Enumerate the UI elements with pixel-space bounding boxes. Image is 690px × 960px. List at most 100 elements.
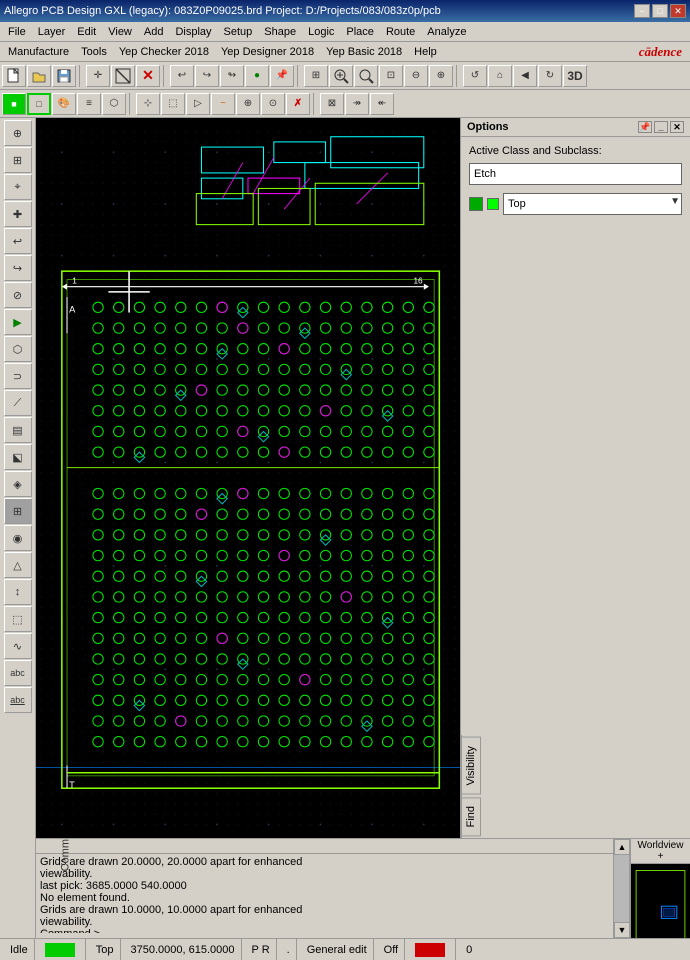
undo-btn[interactable]: ↩ [170, 65, 194, 87]
menu-shape[interactable]: Shape [258, 24, 302, 40]
tool-cancel[interactable]: ⊘ [4, 282, 32, 308]
add-conn-btn[interactable]: ⊕ [236, 93, 260, 115]
comp-btn[interactable]: ⬡ [102, 93, 126, 115]
menu-analyze[interactable]: Analyze [421, 24, 472, 40]
tool-measure[interactable]: ↕ [4, 579, 32, 605]
menu-help[interactable]: Help [408, 44, 443, 60]
tool-arc[interactable]: ⊃ [4, 363, 32, 389]
drc-btn[interactable]: ✗ [286, 93, 310, 115]
menu-logic[interactable]: Logic [302, 24, 340, 40]
cadence-logo: cādence [639, 44, 688, 60]
measure-btn[interactable]: ⬚ [161, 93, 185, 115]
class-dropdown[interactable]: Etch Board Geometry Package Geometry Com… [469, 163, 682, 185]
scroll-track[interactable] [614, 855, 629, 922]
select-btn[interactable]: ▷ [186, 93, 210, 115]
menu-yep-checker[interactable]: Yep Checker 2018 [113, 44, 215, 60]
via-btn[interactable]: ⊙ [261, 93, 285, 115]
tab-find[interactable]: Find [461, 797, 481, 836]
subclass-dropdown-wrapper: Top Bottom Inner1 Inner2 ▼ [503, 193, 682, 215]
maximize-button[interactable]: □ [652, 4, 668, 18]
tool-text1[interactable]: abc [4, 660, 32, 686]
colors-btn[interactable]: 🎨 [52, 93, 76, 115]
tool-origin[interactable]: ⌖ [4, 174, 32, 200]
tool-drill[interactable]: ◉ [4, 525, 32, 551]
highlight-btn[interactable]: ■ [2, 93, 26, 115]
ruler-btn[interactable]: ⊹ [136, 93, 160, 115]
menu-edit[interactable]: Edit [71, 24, 102, 40]
subclass-color-bright-green[interactable] [487, 198, 499, 210]
pcb-canvas[interactable]: /* grid rendered via pattern */ [36, 118, 460, 838]
redo-btn[interactable]: ↪ [195, 65, 219, 87]
minimize-button[interactable]: − [634, 4, 650, 18]
net-btn[interactable]: ≡ [77, 93, 101, 115]
open-button[interactable] [27, 65, 51, 87]
3d-btn[interactable]: 3D [563, 65, 587, 87]
tool-run[interactable]: ▶ [4, 309, 32, 335]
tool-pin[interactable]: ⬡ [4, 336, 32, 362]
tool-text2[interactable]: abc [4, 687, 32, 713]
menu-route[interactable]: Route [380, 24, 421, 40]
tool-wave[interactable]: ∿ [4, 633, 32, 659]
subclass-color-green[interactable] [469, 197, 483, 211]
pin-btn[interactable]: 📌 [270, 65, 294, 87]
worldview-canvas[interactable] [631, 864, 690, 938]
options-close-btn[interactable]: ✕ [670, 121, 684, 133]
refresh-btn[interactable]: ↺ [463, 65, 487, 87]
options-minimize-btn[interactable]: _ [654, 121, 668, 133]
scroll-down-btn[interactable]: ▼ [614, 922, 630, 938]
cross-btn[interactable]: ✛ [86, 65, 110, 87]
menu-file[interactable]: File [2, 24, 32, 40]
home-btn[interactable]: ⌂ [488, 65, 512, 87]
prev-btn[interactable]: ◀ [513, 65, 537, 87]
tool-redo[interactable]: ↪ [4, 255, 32, 281]
delete-btn[interactable]: ✕ [136, 65, 160, 87]
menu-view[interactable]: View [102, 24, 138, 40]
status-led-red [409, 939, 456, 960]
tool-pad[interactable]: ◈ [4, 471, 32, 497]
menu-manufacture[interactable]: Manufacture [2, 44, 75, 60]
tool-fill[interactable]: ▤ [4, 417, 32, 443]
unroute-btn[interactable]: ↞ [370, 93, 394, 115]
run-btn[interactable]: ● [245, 65, 269, 87]
reload-btn[interactable]: ↻ [538, 65, 562, 87]
zoom-area-btn[interactable] [329, 65, 353, 87]
zoom-sel-btn[interactable]: ⊕ [429, 65, 453, 87]
menu-yep-designer[interactable]: Yep Designer 2018 [215, 44, 320, 60]
tool-snap[interactable]: ⊕ [4, 120, 32, 146]
tool-tri[interactable]: △ [4, 552, 32, 578]
tool-via[interactable]: ⬕ [4, 444, 32, 470]
scroll-up-btn[interactable]: ▲ [614, 839, 630, 855]
zoom-in-btn[interactable] [354, 65, 378, 87]
tool-undo[interactable]: ↩ [4, 228, 32, 254]
tool-grid[interactable]: ⊞ [4, 147, 32, 173]
redo2-btn[interactable]: ↬ [220, 65, 244, 87]
new-button[interactable] [2, 65, 26, 87]
options-pin-btn[interactable]: 📌 [638, 121, 652, 133]
tool-add[interactable]: ✚ [4, 201, 32, 227]
menu-display[interactable]: Display [169, 24, 217, 40]
save-button[interactable] [52, 65, 76, 87]
tool-route[interactable]: ⟋ [4, 390, 32, 416]
route-btn[interactable]: ~ [211, 93, 235, 115]
menu-place[interactable]: Place [340, 24, 380, 40]
zoom-out-btn[interactable]: ⊖ [404, 65, 428, 87]
close-button[interactable]: ✕ [670, 4, 686, 18]
dehigh-btn[interactable]: □ [27, 93, 51, 115]
worldview-header: Worldview + [631, 839, 690, 864]
menu-yep-basic[interactable]: Yep Basic 2018 [320, 44, 408, 60]
menu-tools[interactable]: Tools [75, 44, 113, 60]
menu-layer[interactable]: Layer [32, 24, 72, 40]
grid-btn[interactable]: ⊞ [304, 65, 328, 87]
idle-text: Idle [10, 944, 28, 956]
status-num: 0 [460, 939, 478, 960]
subclass-dropdown[interactable]: Top Bottom Inner1 Inner2 [503, 193, 682, 215]
menu-setup[interactable]: Setup [218, 24, 259, 40]
zoom-fit-btn[interactable]: ⊡ [379, 65, 403, 87]
cut-btn[interactable] [111, 65, 135, 87]
tab-visibility[interactable]: Visibility [461, 737, 481, 795]
tool-grid2[interactable]: ⊞ [4, 498, 32, 524]
prop-btn[interactable]: ⊠ [320, 93, 344, 115]
menu-add[interactable]: Add [138, 24, 170, 40]
tool-rect[interactable]: ⬚ [4, 606, 32, 632]
assign-btn[interactable]: ↠ [345, 93, 369, 115]
